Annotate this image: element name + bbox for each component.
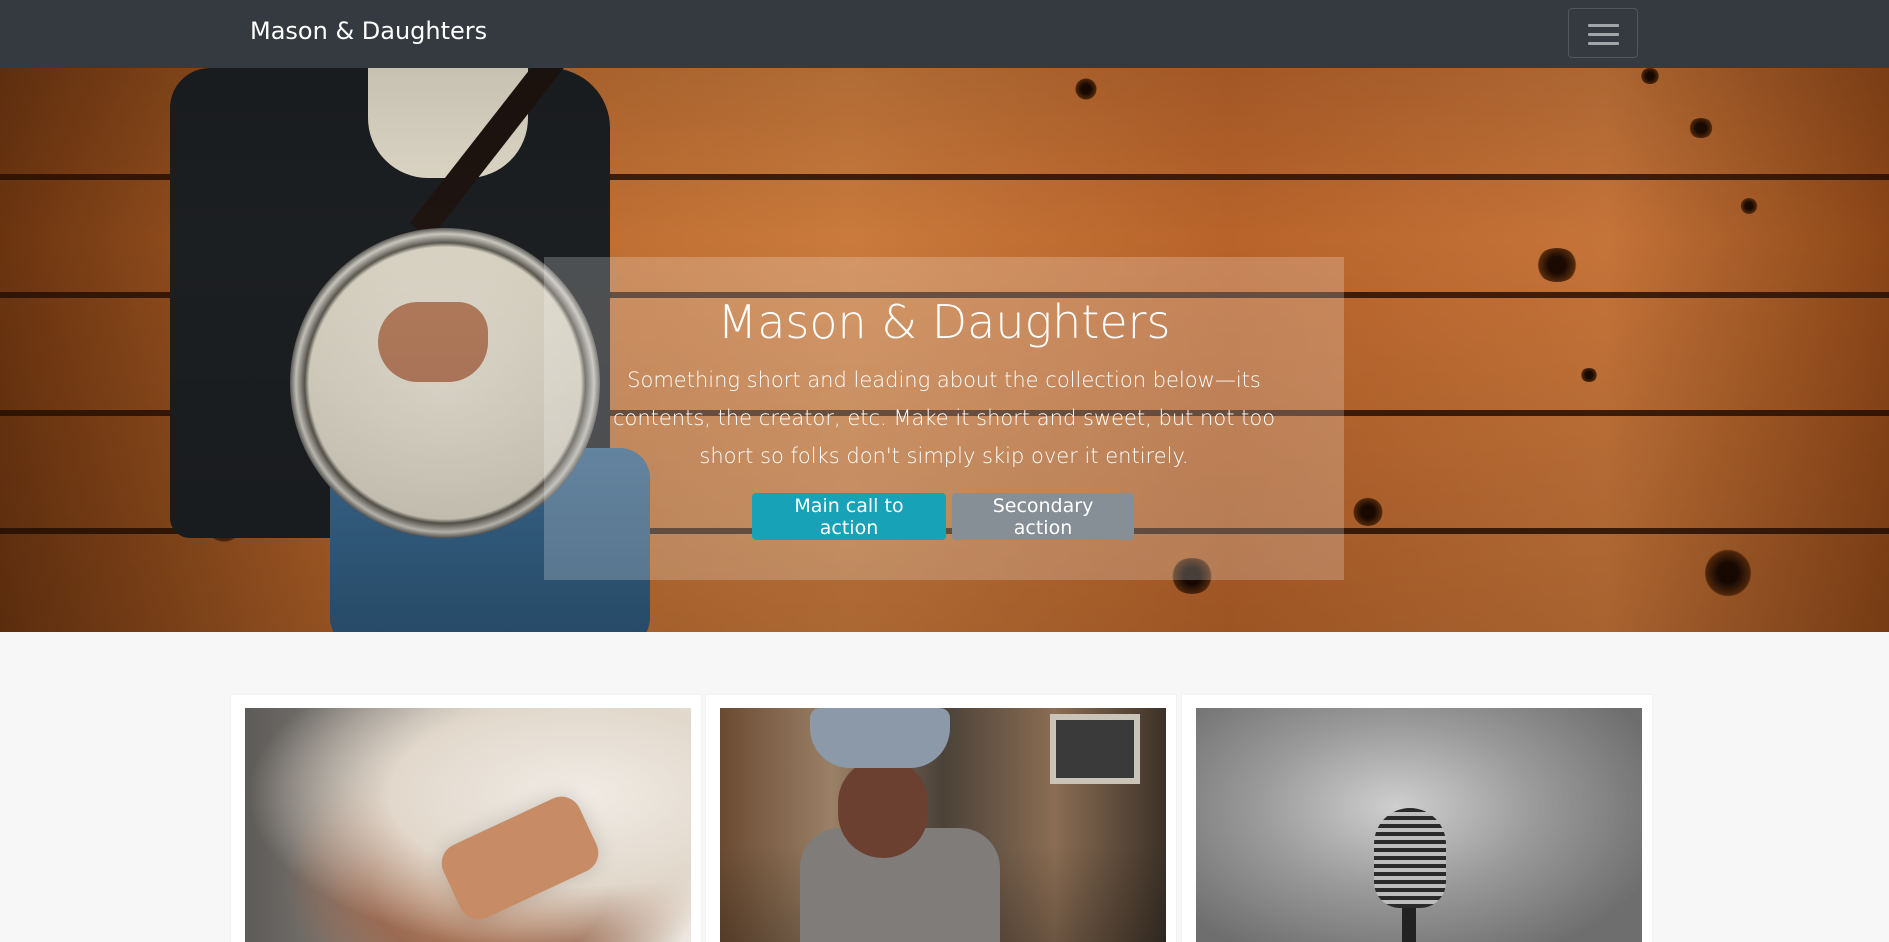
main-call-to-action-button[interactable]: Main call to action	[752, 493, 946, 540]
card-image-record-store[interactable]	[720, 708, 1166, 942]
hero-jumbotron: Mason & Daughters Something short and le…	[544, 257, 1344, 580]
hero-section: Mason & Daughters Something short and le…	[0, 68, 1889, 632]
hero-title: Mason & Daughters	[717, 295, 1171, 349]
navbar-brand[interactable]: Mason & Daughters	[250, 17, 487, 45]
navbar: Mason & Daughters	[0, 0, 1889, 68]
card-image-microphone[interactable]	[1196, 708, 1642, 942]
card-image-guitarist[interactable]	[245, 708, 691, 942]
album-card	[230, 694, 702, 942]
album-card	[705, 694, 1177, 942]
hero-lead-text: Something short and leading about the co…	[612, 368, 1276, 468]
navbar-toggler-button[interactable]	[1568, 8, 1638, 58]
album-card	[1181, 694, 1653, 942]
secondary-action-button[interactable]: Secondary action	[952, 493, 1134, 540]
